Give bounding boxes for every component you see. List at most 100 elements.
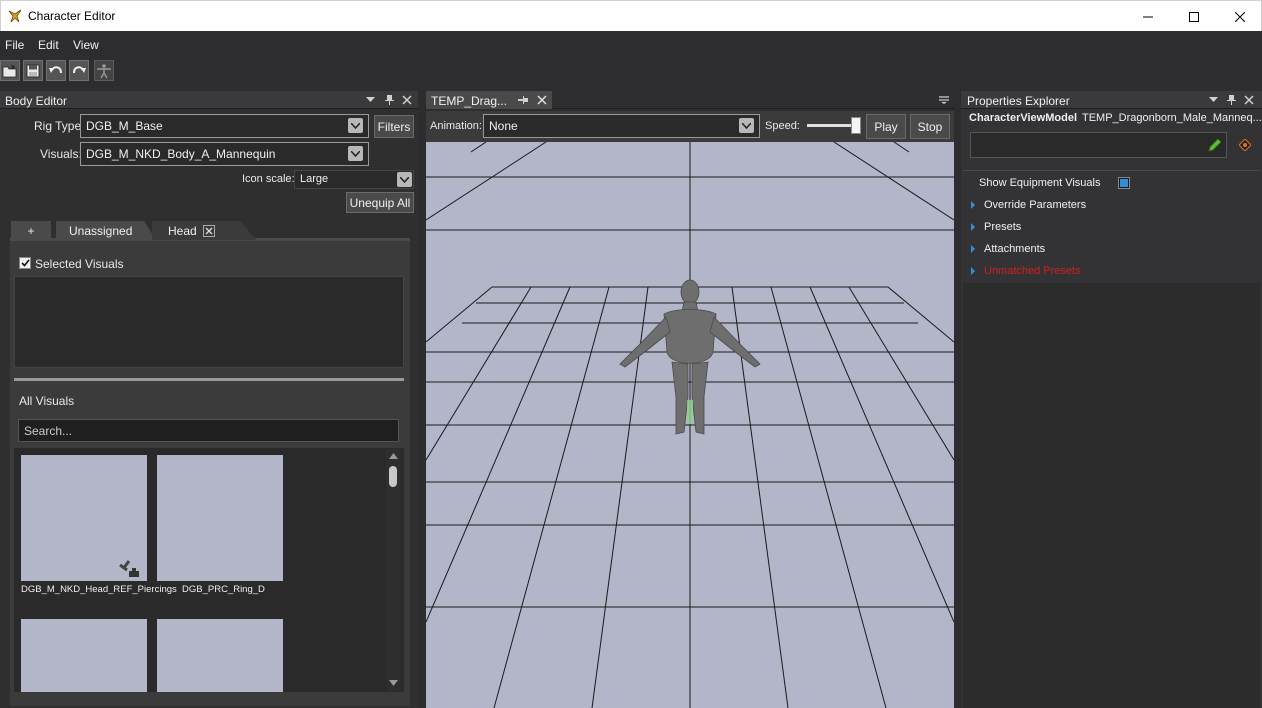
app-icon <box>8 9 22 23</box>
icon-scale-value: Large <box>300 173 329 185</box>
attachments-row[interactable]: Attachments <box>984 243 1045 255</box>
tab-add[interactable]: + <box>11 221 51 240</box>
play-button[interactable]: Play <box>866 114 906 139</box>
visual-item-thumbnail[interactable] <box>21 455 147 581</box>
redo-button[interactable] <box>69 60 89 81</box>
viewport-tab-title: TEMP_Drag... <box>431 94 508 108</box>
scroll-down-icon[interactable] <box>389 680 398 686</box>
tab-unassigned[interactable]: Unassigned <box>56 221 156 240</box>
animation-label: Animation: <box>430 120 482 132</box>
pin-icon[interactable] <box>382 93 396 107</box>
list-menu-icon[interactable] <box>937 93 951 107</box>
selected-visuals-checkbox[interactable] <box>19 257 31 269</box>
selected-visuals-list[interactable] <box>14 276 404 368</box>
expand-arrow-icon[interactable] <box>971 223 975 231</box>
divider <box>963 170 1260 171</box>
rig-type-value: DGB_M_Base <box>86 119 163 133</box>
save-icon <box>26 64 40 77</box>
animation-select[interactable]: None <box>483 114 760 138</box>
visual-item-thumbnail[interactable] <box>157 455 283 581</box>
presets-row[interactable]: Presets <box>984 221 1021 233</box>
unmatched-presets-row[interactable]: Unmatched Presets <box>984 265 1081 277</box>
tab-head[interactable]: Head <box>152 221 256 240</box>
open-button[interactable] <box>0 60 20 81</box>
pin-icon[interactable] <box>1224 93 1238 107</box>
selected-visuals-label: Selected Visuals <box>35 257 124 271</box>
visual-item-label: DGB_M_NKD_Head_REF_Piercings <box>21 584 177 595</box>
tab-unassigned-label: Unassigned <box>69 223 133 238</box>
maximize-button[interactable] <box>1171 1 1217 32</box>
expand-arrow-icon[interactable] <box>971 245 975 253</box>
chevron-down-icon <box>739 118 754 133</box>
splitter[interactable] <box>14 378 404 381</box>
check-icon <box>20 259 30 267</box>
speed-slider-thumb[interactable] <box>851 117 861 134</box>
scrollbar[interactable] <box>386 449 401 691</box>
3d-viewport[interactable] <box>426 142 954 708</box>
body-editor-title: Body Editor <box>5 94 68 108</box>
title-bar: Character Editor <box>0 0 1262 31</box>
chevron-down-icon <box>348 118 363 133</box>
filters-button[interactable]: Filters <box>374 115 414 138</box>
visuals-label: Visuals: <box>40 147 82 161</box>
properties-empty-area <box>963 283 1260 708</box>
tab-head-label: Head <box>168 223 197 238</box>
rig-type-label: Rig Type: <box>34 119 85 133</box>
close-icon[interactable] <box>400 93 414 107</box>
redo-icon <box>73 65 86 73</box>
stop-button[interactable]: Stop <box>910 114 950 139</box>
menu-file[interactable]: File <box>5 38 24 52</box>
pencil-icon[interactable] <box>1207 138 1223 153</box>
tab-add-label: + <box>27 223 35 238</box>
undo-button[interactable] <box>46 60 66 81</box>
chevron-down-icon <box>397 172 412 187</box>
visuals-select[interactable]: DGB_M_NKD_Body_A_Mannequin <box>80 142 369 166</box>
close-tab-icon[interactable] <box>202 224 215 237</box>
dropdown-arrow-icon[interactable] <box>1206 93 1220 107</box>
dropdown-arrow-icon[interactable] <box>363 93 377 107</box>
expand-arrow-icon[interactable] <box>971 267 975 275</box>
show-equipment-checkbox[interactable] <box>1118 177 1130 189</box>
menu-bar: File Edit View <box>0 31 1262 57</box>
scrollbar-thumb[interactable] <box>389 466 397 487</box>
close-button[interactable] <box>1217 1 1262 32</box>
visual-item-label: DGB_PRC_Ring_D <box>182 584 265 595</box>
close-icon[interactable] <box>535 93 549 107</box>
toolbar <box>0 57 1262 85</box>
icon-scale-select[interactable]: Large <box>294 170 414 189</box>
visual-item-thumbnail[interactable] <box>21 619 147 692</box>
viewport-tab[interactable]: TEMP_Drag... <box>426 91 552 109</box>
character-pose-icon <box>97 63 111 78</box>
speed-label: Speed: <box>765 120 800 132</box>
object-name: TEMP_Dragonborn_Male_Manneq... <box>1082 112 1262 124</box>
visuals-value: DGB_M_NKD_Body_A_Mannequin <box>86 147 276 161</box>
minimize-button[interactable] <box>1125 1 1171 32</box>
open-icon <box>2 64 17 77</box>
menu-edit[interactable]: Edit <box>38 38 59 52</box>
rig-type-select[interactable]: DGB_M_Base <box>80 114 369 138</box>
expand-arrow-icon[interactable] <box>971 201 975 209</box>
save-button[interactable] <box>23 60 43 81</box>
character-pose-button[interactable] <box>94 60 114 81</box>
piercing-icon <box>119 560 139 577</box>
search-input[interactable]: Search... <box>18 419 399 442</box>
menu-view[interactable]: View <box>73 38 99 52</box>
all-visuals-label: All Visuals <box>19 394 75 408</box>
icon-scale-label: Icon scale: <box>242 173 295 185</box>
window-title: Character Editor <box>28 9 116 23</box>
show-equipment-label: Show Equipment Visuals <box>979 177 1101 189</box>
properties-title: Properties Explorer <box>967 94 1070 108</box>
chevron-down-icon <box>348 146 363 161</box>
scroll-up-icon[interactable] <box>389 453 398 459</box>
visual-item-thumbnail[interactable] <box>157 619 283 692</box>
pin-icon[interactable] <box>516 93 530 107</box>
unequip-all-button[interactable]: Unequip All <box>346 192 414 213</box>
animation-value: None <box>489 119 518 133</box>
diamond-icon[interactable] <box>1239 139 1251 151</box>
override-parameters-row[interactable]: Override Parameters <box>984 199 1086 211</box>
checkbox-fill <box>1120 179 1128 187</box>
undo-icon <box>49 65 62 73</box>
search-placeholder: Search... <box>24 424 73 438</box>
property-search-input[interactable] <box>970 132 1227 158</box>
close-icon[interactable] <box>1242 93 1256 107</box>
